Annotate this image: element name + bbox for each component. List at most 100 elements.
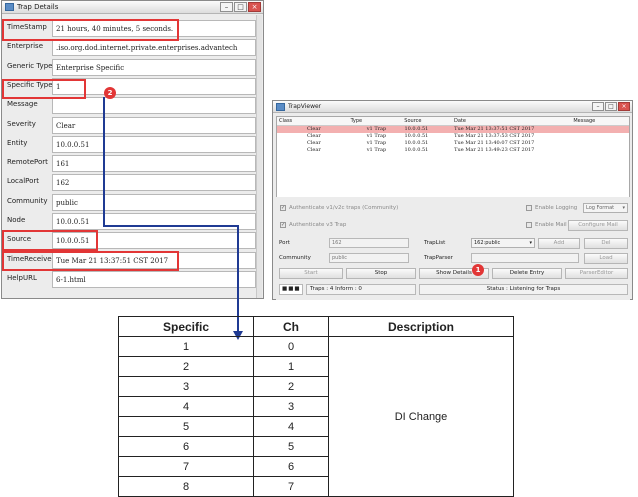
detail-value[interactable]: 162 (52, 174, 256, 192)
trap-row[interactable]: Clear v1 Trap 10.0.0.51 Tue Mar 21 13:49:23… (277, 147, 629, 154)
specific-cell: 1 (118, 336, 254, 357)
trap-cell: v1 Trap (366, 140, 387, 146)
specific-cell: 4 (118, 396, 254, 417)
detail-value[interactable] (52, 97, 256, 115)
detail-row: Severity Clear (2, 116, 260, 135)
port-label: Port (279, 240, 290, 246)
specific-cell: 5 (118, 416, 254, 437)
trap-cell: v1 Trap (366, 133, 387, 139)
header-specific: Specific (118, 316, 254, 337)
trap-cell: 10.0.0.51 (404, 147, 429, 153)
minimize-button[interactable]: – (592, 102, 604, 111)
connector-line-vertical (103, 97, 105, 227)
maximize-button[interactable]: □ (605, 102, 617, 111)
detail-label: Generic Type (7, 61, 53, 70)
detail-label: Message (7, 100, 38, 109)
traplist-select[interactable]: 162:public ▾ (471, 238, 535, 248)
column-header[interactable]: Message (571, 117, 629, 125)
close-button[interactable]: × (618, 102, 630, 111)
trap-cell: v1 Trap (366, 147, 387, 153)
detail-row: Message (2, 96, 260, 115)
specific-channel-table: Specific Ch Description 1 0 DI Change 2 1 3 2 4… (118, 316, 514, 497)
minimize-button[interactable]: – (220, 2, 233, 12)
auth-v1v2-checkbox[interactable]: ✓ Authenticate v1/v2c traps (Community) (280, 205, 398, 211)
detail-label: Entity (7, 138, 28, 147)
maximize-button[interactable]: □ (234, 2, 247, 12)
chevron-down-icon: ▾ (622, 205, 625, 211)
community-input[interactable]: public (329, 253, 409, 263)
detail-value[interactable]: 1 (52, 77, 256, 95)
trapparser-input[interactable] (471, 253, 579, 263)
column-header[interactable]: Type (349, 117, 403, 125)
enable-logging-checkbox[interactable]: Enable Logging (526, 205, 577, 211)
column-header[interactable]: Source (402, 117, 452, 125)
trap-cell: Tue Mar 21 13:37:53 CST 2017 (454, 133, 535, 139)
detail-label: RemotePort (7, 158, 48, 167)
enable-mail-label: Enable Mail (535, 222, 567, 228)
trap-viewer-controls: ✓ Authenticate v1/v2c traps (Community) … (276, 197, 630, 300)
detail-label: Community (7, 196, 48, 205)
detail-label: HelpURL (7, 273, 37, 282)
specific-cell: 6 (118, 436, 254, 457)
step-badge-1: 1 (472, 264, 484, 276)
trap-row[interactable]: Clear v1 Trap 10.0.0.51 Tue Mar 21 13:40:07… (277, 140, 629, 147)
detail-value[interactable]: Clear (52, 116, 256, 134)
trap-row[interactable]: Clear v1 Trap 10.0.0.51 Tue Mar 21 13:37:51… (277, 126, 629, 133)
trap-details-title: Trap Details (17, 3, 59, 11)
description-cell: DI Change (328, 336, 514, 497)
detail-row: Enterprise .iso.org.dod.internet.private.… (2, 38, 260, 57)
trap-cell: 10.0.0.51 (404, 126, 429, 132)
close-button[interactable]: × (248, 2, 261, 12)
connector-line-horizontal (103, 225, 239, 227)
trap-cell: Tue Mar 21 13:37:51 CST 2017 (454, 126, 535, 132)
detail-value[interactable]: Tue Mar 21 13:37:51 CST 2017 (52, 251, 256, 269)
parser-editor-button[interactable]: ParserEditor (565, 268, 628, 279)
log-format-value: Log Format (586, 205, 615, 211)
channel-cell: 2 (253, 376, 329, 397)
detail-value[interactable]: 10.0.0.51 (52, 232, 256, 250)
enable-logging-label: Enable Logging (535, 205, 578, 211)
detail-value[interactable]: 6-1.html (52, 270, 256, 288)
port-input[interactable]: 162 (329, 238, 409, 248)
detail-value[interactable]: 10.0.0.51 (52, 213, 256, 230)
del-button[interactable]: Del (584, 238, 628, 249)
load-button[interactable]: Load (584, 253, 628, 264)
detail-value[interactable]: 10.0.0.51 (52, 135, 256, 153)
detail-value[interactable]: 21 hours, 40 minutes, 5 seconds. (52, 20, 256, 37)
detail-value[interactable]: Enterprise Specific (52, 58, 256, 76)
specific-cell: 3 (118, 376, 254, 397)
add-button[interactable]: Add (538, 238, 580, 249)
configure-mail-button[interactable]: Configure Mail (568, 220, 628, 231)
column-header[interactable]: Class (277, 117, 349, 125)
detail-label: Specific Type (7, 80, 53, 89)
detail-label: LocalPort (7, 177, 40, 186)
trap-cell: Clear (307, 126, 321, 132)
enable-mail-checkbox[interactable]: Enable Mail (526, 222, 567, 228)
detail-row: Entity 10.0.0.51 (2, 135, 260, 154)
detail-value[interactable]: .iso.org.dod.internet.private.enterprise… (52, 39, 256, 57)
detail-row: Generic Type Enterprise Specific (2, 58, 260, 77)
vertical-scrollbar[interactable] (256, 15, 262, 298)
chevron-down-icon: ▾ (529, 240, 532, 246)
stop-button[interactable]: Stop (346, 268, 416, 279)
auth-v3-label: Authenticate v3 Trap (289, 222, 347, 228)
auth-v3-checkbox[interactable]: ✓ Authenticate v3 Trap (280, 222, 346, 228)
trap-cell: Tue Mar 21 13:40:07 CST 2017 (454, 140, 535, 146)
specific-cell: 2 (118, 356, 254, 377)
app-icon (276, 102, 285, 111)
trap-cell (571, 140, 629, 147)
detail-value[interactable]: 161 (52, 155, 256, 173)
start-button[interactable]: Start (279, 268, 343, 279)
trap-cell (571, 126, 629, 133)
log-format-select[interactable]: Log Format ▾ (583, 203, 628, 213)
traplist-value: 162:public (474, 240, 501, 246)
column-header[interactable]: Date (452, 117, 571, 125)
delete-entry-button[interactable]: Delete Entry (492, 268, 562, 279)
channel-cell: 7 (253, 476, 329, 497)
activity-dots-icon: ■■■ (282, 286, 301, 292)
detail-label: Source (7, 235, 32, 244)
detail-row: Specific Type 1 (2, 77, 260, 96)
channel-cell: 1 (253, 356, 329, 377)
detail-value[interactable]: public (52, 193, 256, 211)
trap-row[interactable]: Clear v1 Trap 10.0.0.51 Tue Mar 21 13:37:53… (277, 133, 629, 140)
